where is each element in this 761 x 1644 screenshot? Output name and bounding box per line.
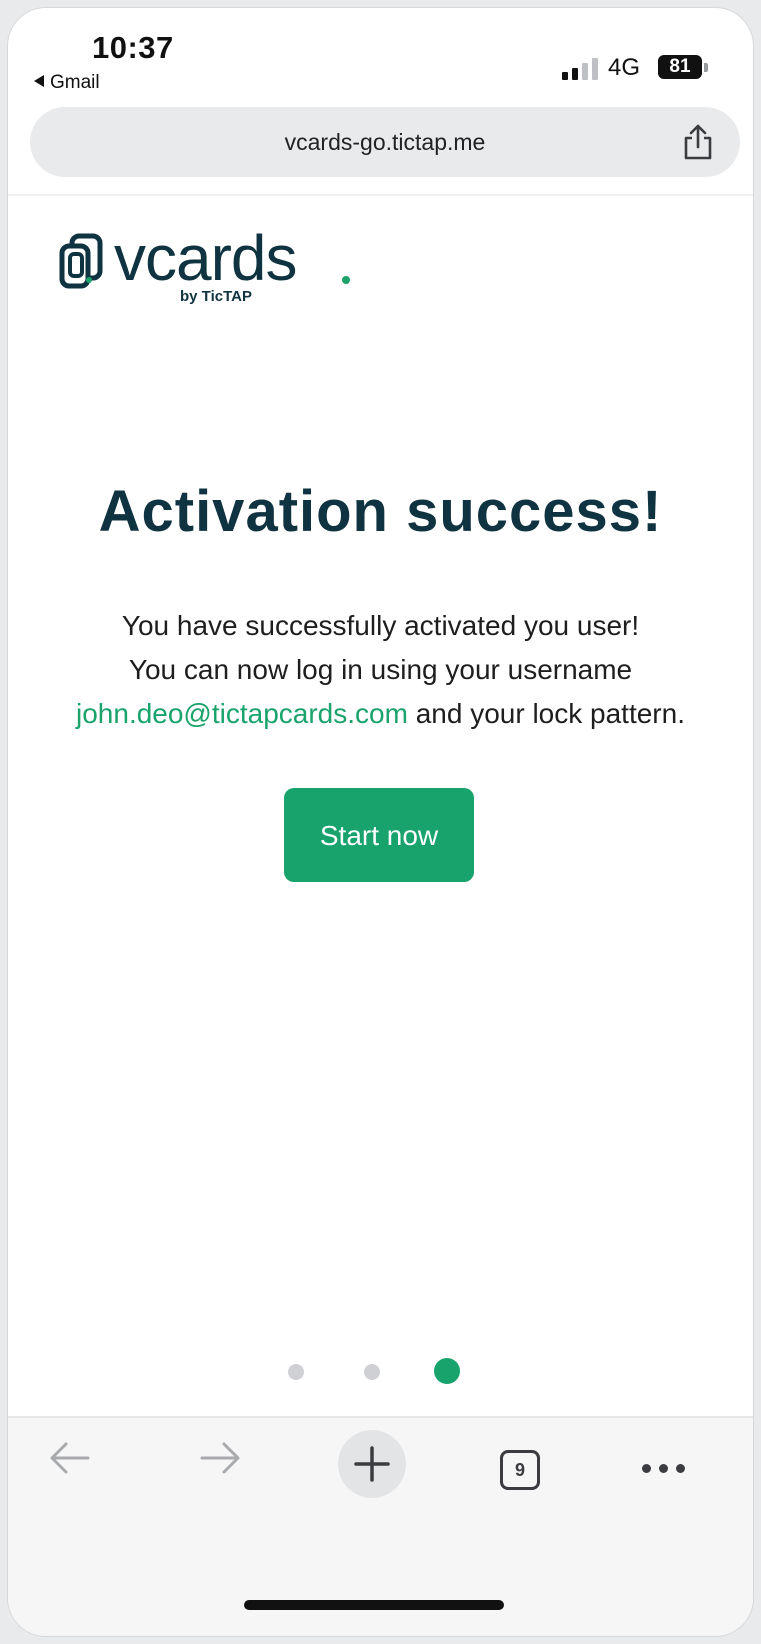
back-app-label: Gmail xyxy=(50,72,100,93)
back-to-app-link[interactable]: Gmail xyxy=(34,72,100,94)
network-type: 4G xyxy=(608,54,641,81)
message-line-1: You have successfully activated you user… xyxy=(121,610,640,641)
battery-tip xyxy=(704,63,708,72)
status-bar: 10:37 Gmail 4G 81 xyxy=(8,8,753,108)
pagination-dot[interactable] xyxy=(288,1364,304,1380)
address-bar[interactable]: vcards-go.tictap.me xyxy=(30,107,740,177)
message-line-3-suffix: and your lock pattern. xyxy=(407,698,685,729)
more-icon[interactable] xyxy=(642,1464,686,1474)
logo-tagline: by TicTAP xyxy=(180,288,252,305)
pagination-dot-active[interactable] xyxy=(434,1358,460,1384)
back-arrow-icon xyxy=(34,75,44,87)
plus-icon xyxy=(354,1446,390,1482)
vcards-logo-mark-icon xyxy=(59,233,103,289)
username-email: john.deo@tictapcards.com xyxy=(76,698,408,729)
logo-wordmark: vcards xyxy=(114,222,297,294)
cellular-signal-icon xyxy=(562,58,604,80)
logo-dot xyxy=(342,276,350,284)
success-message: You have successfully activated you user… xyxy=(8,604,753,736)
battery-icon: 81 xyxy=(658,55,702,79)
message-line-3: john.deo@tictapcards.com and your lock p… xyxy=(8,692,753,736)
pagination-dots xyxy=(8,1358,753,1386)
page-title: Activation success! xyxy=(98,479,663,544)
tabs-button[interactable]: 9 xyxy=(500,1450,540,1490)
share-icon[interactable] xyxy=(680,123,716,161)
back-arrow-icon[interactable] xyxy=(46,1438,92,1478)
new-tab-button[interactable] xyxy=(338,1430,406,1498)
message-line-2: You can now log in using your username xyxy=(128,654,633,685)
pagination-dot[interactable] xyxy=(364,1364,380,1380)
start-now-button[interactable]: Start now xyxy=(284,788,474,882)
vcards-logo: vcards by TicTAP xyxy=(58,226,358,316)
forward-arrow-icon[interactable] xyxy=(198,1438,244,1478)
phone-screen: 10:37 Gmail 4G 81 vcards-go.tictap.me vc… xyxy=(8,8,753,1636)
status-time: 10:37 xyxy=(92,30,174,65)
header-divider xyxy=(8,194,753,196)
home-indicator[interactable] xyxy=(244,1600,504,1610)
url-text[interactable]: vcards-go.tictap.me xyxy=(30,107,740,177)
